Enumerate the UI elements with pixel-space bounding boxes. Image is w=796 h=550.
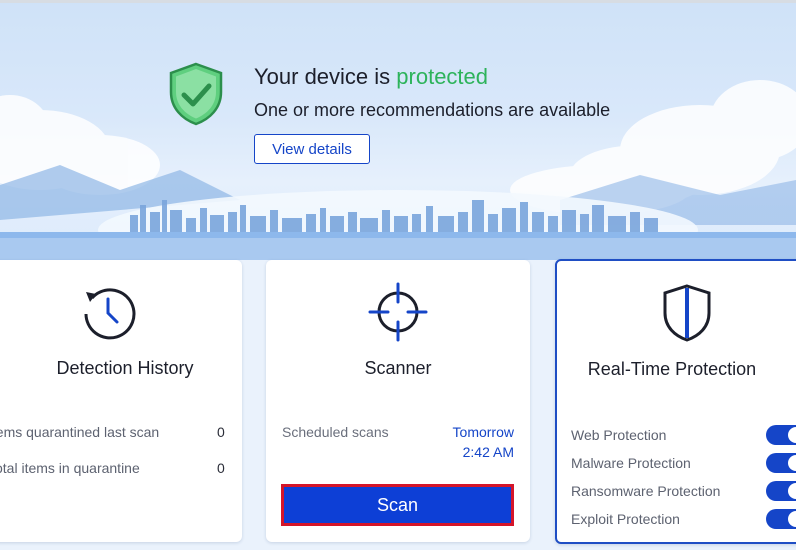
detection-history-card[interactable]: Detection History Items quarantined last… [0,260,242,542]
shield-icon [663,284,711,342]
toggle-knob [788,427,796,443]
real-time-protection-card[interactable]: Real-Time Protection Web Protection Malw… [555,259,796,544]
toggle-knob [788,483,796,499]
scanner-card[interactable]: Scanner Scheduled scans Tomorrow 2:42 AM… [266,260,530,542]
scanner-title: Scanner [364,358,432,378]
web-protection-label: Web Protection [571,427,667,443]
toggle-knob [788,511,796,527]
scan-button[interactable]: Scan [281,484,514,526]
quarantined-last-scan-value: 0 [217,424,225,440]
quarantined-last-scan-label: Items quarantined last scan [0,424,160,440]
malware-protection-toggle[interactable] [766,453,796,473]
web-protection-toggle[interactable] [766,425,796,445]
total-quarantine-label: Total items in quarantine [0,460,140,476]
exploit-protection-toggle[interactable] [766,509,796,529]
scheduled-scan-day[interactable]: Tomorrow [453,424,514,440]
ransomware-protection-label: Ransomware Protection [571,483,721,499]
status-title-prefix: Your device is [254,64,397,89]
real-time-protection-title: Real-Time Protection [587,359,757,379]
shield-check-icon [169,62,223,126]
recommendations-subtitle: One or more recommendations are availabl… [254,100,611,120]
status-protected-text: protected [396,64,489,89]
toggle-knob [788,455,796,471]
scheduled-scan-time[interactable]: 2:42 AM [463,444,514,460]
history-clock-icon [84,288,136,340]
protection-status-title: Your device is protected [254,64,488,90]
view-details-button[interactable]: View details [254,134,370,164]
malware-protection-label: Malware Protection [571,455,691,471]
detection-history-title: Detection History [56,358,194,378]
hero-banner: Your device is protected One or more rec… [0,0,796,260]
total-quarantine-value: 0 [217,460,225,476]
sky-city-illustration [0,80,796,260]
exploit-protection-label: Exploit Protection [571,511,680,527]
scheduled-scans-label: Scheduled scans [282,424,389,440]
ransomware-protection-toggle[interactable] [766,481,796,501]
crosshair-icon [368,282,428,342]
